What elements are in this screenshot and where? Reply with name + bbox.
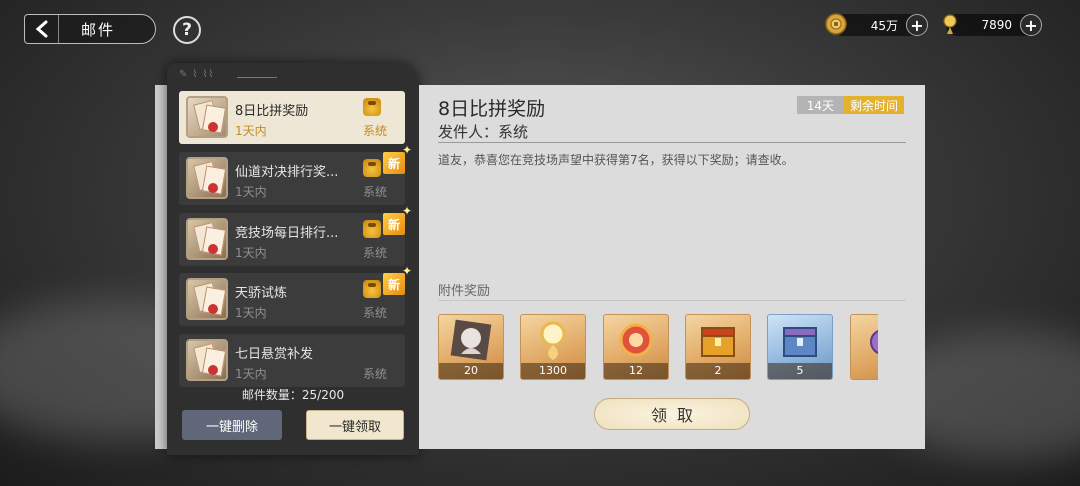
reward-count: 20 (439, 363, 503, 379)
reward-count: 1300 (521, 363, 585, 379)
back-button[interactable]: 邮件 (24, 14, 156, 44)
coin-icon (824, 12, 848, 36)
spirit-stone-icon (938, 12, 962, 36)
expiry-badge: 14天 剩余时间 (796, 96, 904, 114)
blue-chest-icon (778, 318, 822, 366)
new-badge: 新 (383, 204, 412, 235)
attachments-label: 附件奖励 (438, 284, 491, 299)
portrait-card-icon (449, 318, 493, 366)
reward-item[interactable] (850, 314, 878, 380)
new-badge: 新 (383, 264, 412, 295)
divider (438, 142, 906, 143)
mail-list-panel: ✎ ⌇ ⌇⌇ 8日比拼奖励1天内系统仙道对决排行奖...1天内系统新竞技场每日排… (167, 63, 419, 455)
mail-title: 七日悬赏补发 (235, 347, 314, 362)
gold-chest-icon (696, 318, 740, 366)
collect-all-button[interactable]: 一键领取 (306, 410, 404, 440)
claim-button[interactable]: 领取 (594, 398, 750, 430)
mail-letter-icon (186, 96, 228, 138)
add-coin-button[interactable]: + (906, 14, 928, 36)
mail-title: 仙道对决排行奖... (235, 165, 339, 180)
mail-sender: 系统 (362, 306, 387, 320)
mail-letter-icon (186, 218, 228, 260)
reward-bag-icon (363, 159, 381, 177)
reward-item[interactable]: 1300 (520, 314, 586, 380)
reward-item[interactable]: 12 (603, 314, 669, 380)
expiry-label: 剩余时间 (843, 96, 904, 114)
reward-item[interactable]: 20 (438, 314, 504, 380)
spirit-essence-icon (533, 318, 573, 366)
mail-detail-title: 8日比拼奖励 (438, 98, 546, 120)
mail-sender: 系统 (362, 185, 387, 199)
spirit-stone-value: 7890 (981, 18, 1012, 32)
reward-bag-icon (363, 98, 381, 116)
mail-list-item[interactable]: 8日比拼奖励 1天内 系统 (179, 91, 405, 144)
reward-count: 2 (686, 363, 750, 379)
page-title: 邮件 (81, 20, 116, 39)
coin-value: 45万 (870, 18, 898, 33)
mail-title: 竞技场每日排行... (235, 226, 339, 241)
mail-letter-icon (186, 157, 228, 199)
decorative-script: ✎ ⌇ ⌇⌇ (179, 69, 215, 80)
mail-time: 1天内 (235, 306, 267, 320)
purple-item-icon (861, 318, 878, 366)
reward-item[interactable]: 5 (767, 314, 833, 380)
divider (438, 300, 906, 301)
mail-sender: 系统 (362, 246, 387, 260)
mail-sender: 系统 (362, 367, 387, 381)
mail-time: 1天内 (235, 124, 267, 138)
reward-count: 12 (604, 363, 668, 379)
mail-letter-icon (186, 278, 228, 320)
mail-time: 1天内 (235, 367, 267, 381)
mail-list-item[interactable]: 竞技场每日排行... 1天内 系统 新 (179, 204, 412, 266)
coin-currency: 45万 + (825, 13, 928, 36)
reward-list[interactable]: 20 1300 12 2 5 (438, 314, 878, 380)
reward-item[interactable]: 2 (685, 314, 751, 380)
mail-letter-icon (186, 339, 228, 381)
mail-sender: 系统 (362, 124, 387, 138)
chevron-left-icon (25, 15, 59, 43)
mail-title: 天骄试炼 (235, 286, 288, 301)
mail-list-item[interactable]: 七日悬赏补发 1天内 系统 (179, 334, 405, 387)
add-spirit-stone-button[interactable]: + (1020, 14, 1042, 36)
mail-time: 1天内 (235, 185, 267, 199)
mail-sender: 发件人：系统 (438, 123, 529, 141)
mail-detail-panel: 8日比拼奖励 14天 剩余时间 发件人：系统 道友，恭喜您在竞技场声望中获得第7… (419, 85, 925, 449)
reward-bag-icon (363, 220, 381, 238)
fire-orb-icon (614, 318, 658, 366)
mail-count: 邮件数量：25/200 (241, 388, 345, 402)
spirit-stone-currency: 7890 + (943, 14, 1042, 36)
reward-count: 5 (768, 363, 832, 379)
mail-list-item[interactable]: 仙道对决排行奖... 1天内 系统 新 (179, 143, 412, 205)
expiry-days: 14天 (796, 96, 844, 114)
mail-time: 1天内 (235, 246, 267, 260)
mail-title: 8日比拼奖励 (235, 104, 309, 119)
decorative-line (237, 77, 277, 78)
delete-all-button[interactable]: 一键删除 (182, 410, 282, 440)
new-badge: 新 (383, 143, 412, 174)
reward-bag-icon (363, 280, 381, 298)
help-button[interactable]: ? (173, 16, 201, 44)
mail-list-item[interactable]: 天骄试炼 1天内 系统 新 (179, 264, 412, 326)
mail-body: 道友，恭喜您在竞技场声望中获得第7名，获得以下奖励；请查收。 (438, 153, 794, 167)
